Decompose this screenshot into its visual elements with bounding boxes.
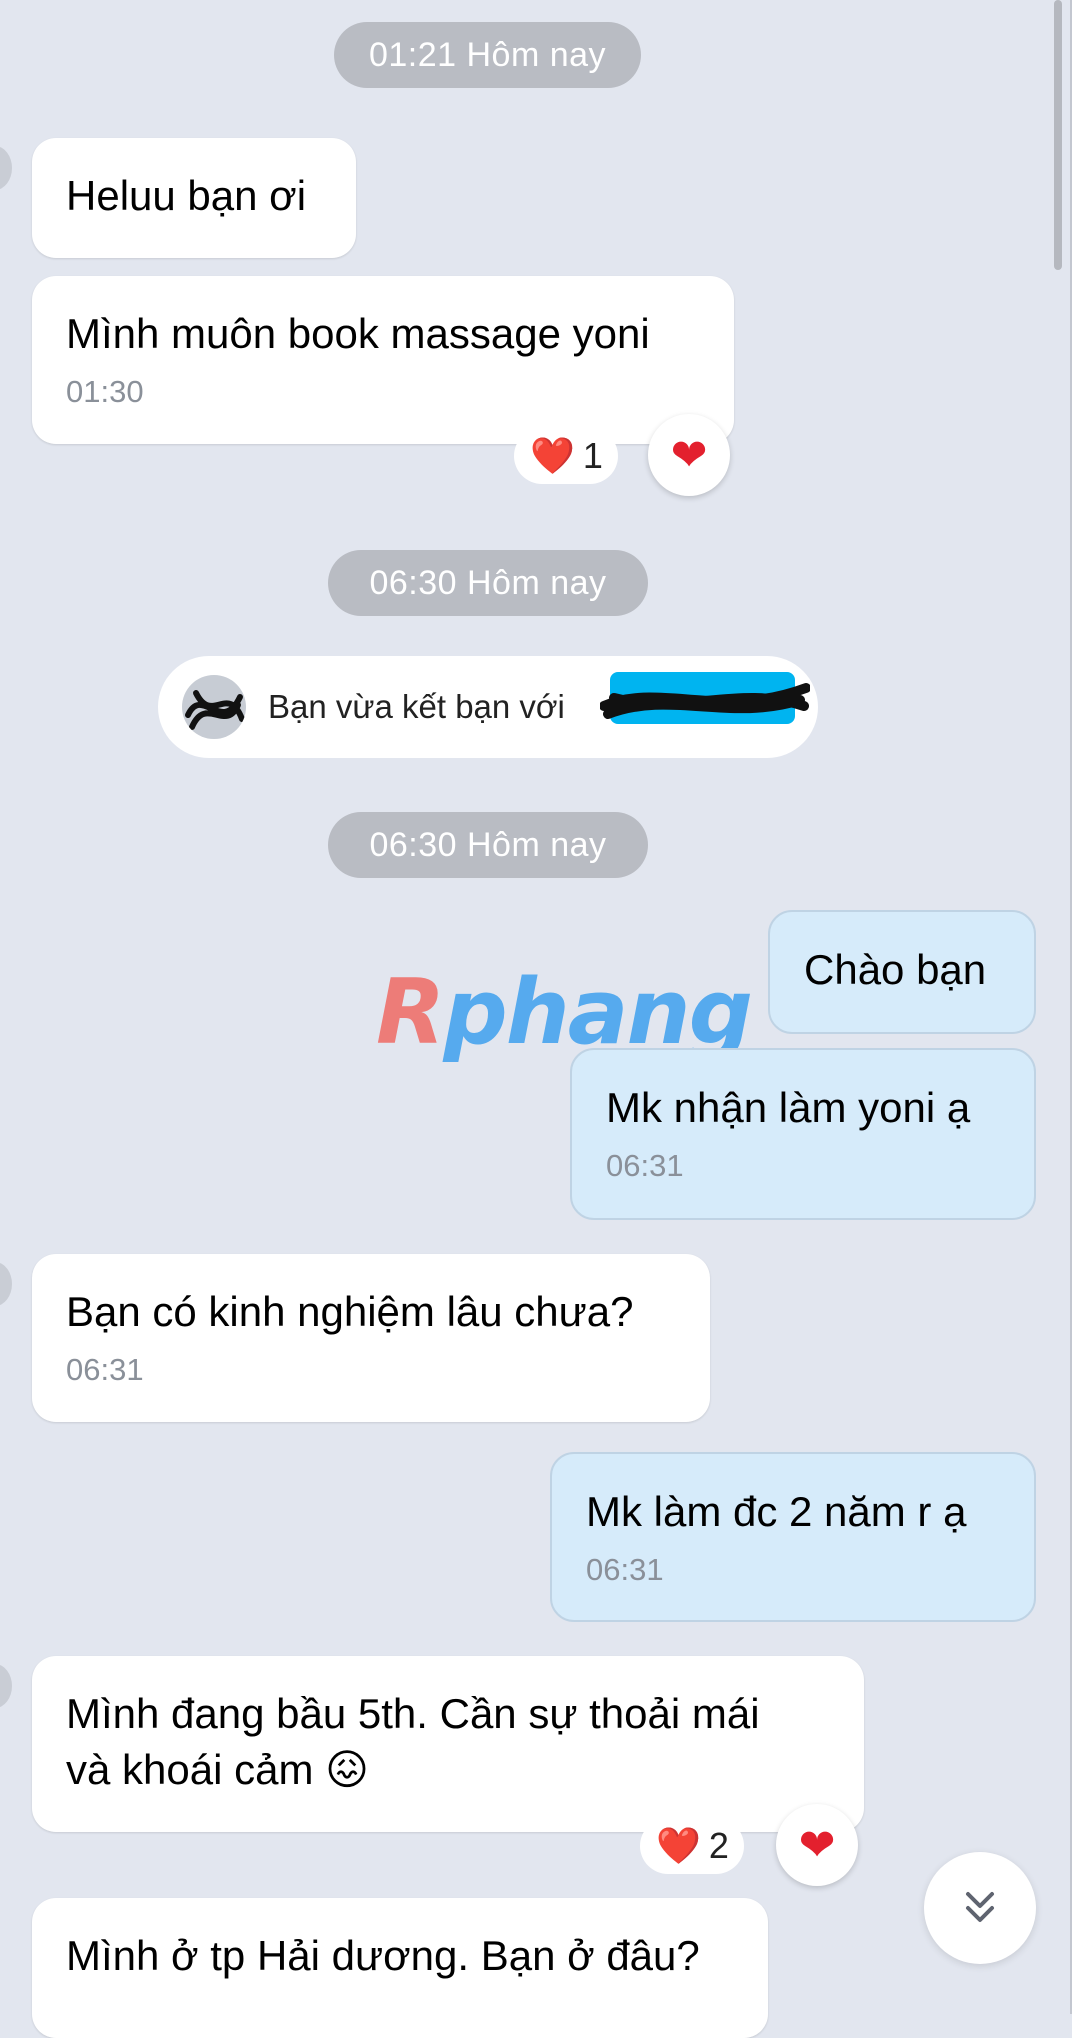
- incoming-message[interactable]: Mình ở tp Hải dương. Bạn ở đâu?: [32, 1898, 768, 2038]
- friend-avatar[interactable]: [182, 675, 246, 739]
- timestamp-text: 06:30 Hôm nay: [369, 563, 607, 602]
- reaction-count: 2: [708, 1825, 729, 1866]
- incoming-message[interactable]: Mình đang bầu 5th. Cần sự thoải mái và k…: [32, 1656, 864, 1832]
- heart-icon: ❤️: [656, 1825, 701, 1866]
- heart-icon: ❤️: [530, 435, 575, 476]
- message-time: 06:31: [66, 1352, 144, 1387]
- incoming-message[interactable]: Bạn có kinh nghiệm lâu chưa? 06:31: [32, 1254, 710, 1422]
- timestamp-divider: 01:21 Hôm nay: [334, 22, 641, 88]
- message-text-line: và khoái cảm 😖: [66, 1746, 369, 1793]
- heart-react-button[interactable]: ❤: [648, 414, 730, 496]
- outgoing-message[interactable]: Mk làm đc 2 năm r ạ 06:31: [550, 1452, 1036, 1622]
- scribble-redaction: [185, 690, 245, 730]
- incoming-message[interactable]: Heluu bạn ơi: [32, 138, 356, 258]
- message-text: Mk làm đc 2 năm r ạ: [586, 1488, 967, 1535]
- timestamp-text: 01:21 Hôm nay: [368, 35, 607, 74]
- sender-avatar[interactable]: [0, 1262, 12, 1306]
- message-time: 01:30: [66, 374, 144, 409]
- message-text: Heluu bạn ơi: [66, 172, 307, 219]
- timestamp-text: 06:30 Hôm nay: [369, 825, 607, 864]
- message-text: Mk nhận làm yoni ạ: [606, 1084, 971, 1131]
- message-time: 06:31: [606, 1148, 684, 1183]
- incoming-message[interactable]: Mình muôn book massage yoni 01:30: [32, 276, 734, 444]
- scribble-redaction: [600, 683, 810, 719]
- message-text-line: Mình đang bầu 5th. Cần sự thoải mái: [66, 1690, 760, 1737]
- reaction-badge[interactable]: ❤️ 2: [640, 1818, 744, 1874]
- scroll-to-bottom-button[interactable]: [924, 1852, 1036, 1964]
- chat-thread[interactable]: 01:21 Hôm nay Heluu bạn ơi Mình muôn boo…: [0, 0, 1072, 2038]
- notice-text: Bạn vừa kết bạn với: [268, 688, 565, 725]
- timestamp-divider: 06:30 Hôm nay: [328, 812, 648, 878]
- reaction-count: 1: [582, 435, 603, 476]
- double-chevron-down-icon: [966, 1892, 994, 1922]
- message-text: Mình ở tp Hải dương. Bạn ở đâu?: [66, 1932, 700, 1979]
- scrollbar[interactable]: [1054, 0, 1062, 270]
- outgoing-message[interactable]: Mk nhận làm yoni ạ 06:31: [570, 1048, 1036, 1220]
- timestamp-divider: 06:30 Hôm nay: [328, 550, 648, 616]
- sender-avatar[interactable]: [0, 146, 12, 190]
- sender-avatar[interactable]: [0, 1664, 12, 1708]
- heart-icon: ❤: [798, 1820, 836, 1870]
- message-text: Chào bạn: [804, 946, 987, 993]
- heart-icon: ❤: [670, 430, 708, 480]
- message-text: Mình muôn book massage yoni: [66, 310, 650, 357]
- heart-react-button[interactable]: ❤: [776, 1804, 858, 1886]
- message-time: 06:31: [586, 1552, 664, 1587]
- outgoing-message[interactable]: Chào bạn: [768, 910, 1036, 1034]
- reaction-badge[interactable]: ❤️ 1: [514, 428, 618, 484]
- message-text: Bạn có kinh nghiệm lâu chưa?: [66, 1288, 634, 1335]
